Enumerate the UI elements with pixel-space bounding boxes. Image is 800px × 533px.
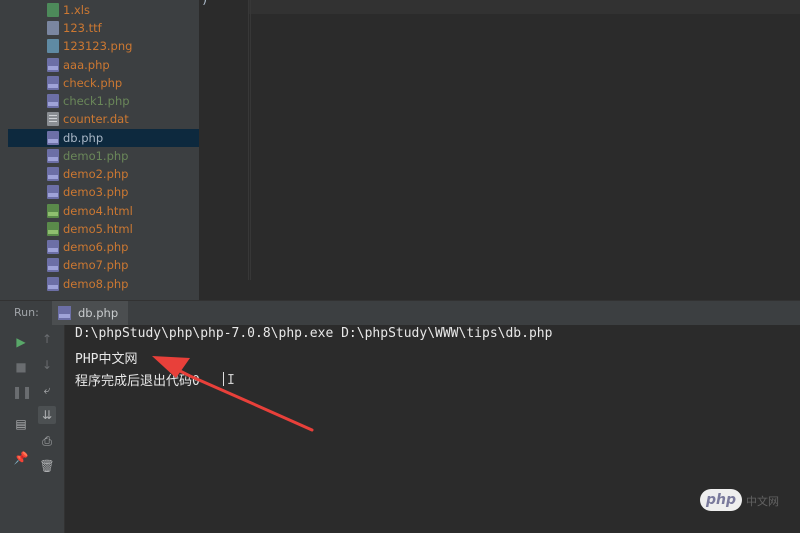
pin-icon[interactable]: 📌 [12,449,30,467]
project-file-name: demo7.php [63,258,129,272]
project-file-name: demo6.php [63,240,129,254]
current-line-highlight [249,0,800,14]
pause-icon[interactable]: ❚❚ [12,383,32,401]
run-tab-db-php[interactable]: db.php [52,301,129,325]
console-line: 程序完成后退出代码0 [75,374,200,389]
run-panel-header: Run: db.php [0,300,800,326]
project-file-item[interactable]: aaa.php [8,56,199,74]
run-toolbar-secondary: ↑ ↓ ⤶ ⇊ ⎙ 🗑 [34,325,65,533]
run-console-output[interactable]: D:\phpStudy\php\php-7.0.8\php.exe D:\php… [65,325,800,533]
project-file-item[interactable]: demo1.php [8,147,199,165]
scroll-to-end-icon[interactable]: ⇊ [38,406,56,424]
run-tab-label: db.php [78,306,119,320]
project-file-item[interactable]: demo5.html [8,220,199,238]
project-file-name: db.php [63,131,104,145]
project-file-item[interactable]: 123123.png [8,37,199,55]
project-file-name: check.php [63,76,123,90]
project-file-item[interactable]: demo7.php [8,256,199,274]
project-file-item[interactable]: demo4.html [8,202,199,220]
code-text: ) [201,0,209,7]
project-file-item[interactable]: counter.dat [8,110,199,128]
text-file-icon [47,112,59,126]
html-file-icon [47,222,59,236]
rerun-icon[interactable]: ▶ [12,333,30,351]
project-file-item[interactable]: demo8.php [8,275,199,293]
console-line: PHP中文网 [75,352,138,367]
php-file-icon [47,258,59,272]
project-file-name: demo5.html [63,222,133,236]
project-file-name: demo4.html [63,204,133,218]
image-file-icon [47,39,59,53]
project-file-name: 1.xls [63,3,90,17]
xls-file-icon [47,3,59,17]
project-file-item[interactable]: 123.ttf [8,19,199,37]
php-file-icon [47,58,59,72]
php-file-icon [47,167,59,181]
layout-icon[interactable]: ▤ [12,415,30,433]
scroll-up-icon[interactable]: ↑ [38,330,56,348]
stop-icon[interactable]: ■ [12,358,30,376]
run-toolbar-primary: ▶ ■ ❚❚ ▤ 📌 [8,325,34,533]
scroll-down-icon[interactable]: ↓ [38,356,56,374]
project-file-item[interactable]: db.php [8,129,199,147]
editor-area[interactable]: ) [199,0,800,300]
html-file-icon [47,204,59,218]
run-label: Run: [14,306,39,319]
project-file-item[interactable]: check.php [8,74,199,92]
project-file-name: 123123.png [63,39,133,53]
project-file-name: aaa.php [63,58,110,72]
php-file-icon [47,76,59,90]
project-file-item[interactable]: check1.php [8,92,199,110]
mouse-ibeam-cursor: I [227,373,235,388]
soft-wrap-icon[interactable]: ⤶ [38,381,56,399]
php-watermark-logo: php [700,489,742,511]
project-file-item[interactable]: demo3.php [8,183,199,201]
text-caret [223,372,224,386]
php-file-icon [47,277,59,291]
php-file-icon [47,94,59,108]
project-file-name: demo2.php [63,167,129,181]
structure-tool-strip [0,325,8,533]
watermark-site-text: 中文网 [746,495,779,508]
php-file-icon [47,240,59,254]
project-file-item[interactable]: demo6.php [8,238,199,256]
project-file-name: check1.php [63,94,130,108]
php-file-icon [58,306,71,320]
font-file-icon [47,21,59,35]
gutter-separator [248,0,249,280]
project-file-name: demo1.php [63,149,129,163]
project-file-item[interactable]: demo2.php [8,165,199,183]
project-file-name: counter.dat [63,112,129,126]
print-icon[interactable]: ⎙ [38,432,56,450]
project-file-name: demo8.php [63,277,129,291]
php-file-icon [47,149,59,163]
project-tree[interactable]: 1.xls 123.ttf 123123.png aaa.php check.php ch… [8,0,199,300]
project-file-item[interactable]: 1.xls [8,1,199,19]
project-file-name: 123.ttf [63,21,102,35]
right-margin-guide [250,0,251,280]
php-file-icon [47,185,59,199]
console-line: D:\phpStudy\php\php-7.0.8\php.exe D:\php… [75,326,553,341]
php-file-icon [47,131,59,145]
trash-icon[interactable]: 🗑 [38,457,56,475]
project-file-name: demo3.php [63,185,129,199]
